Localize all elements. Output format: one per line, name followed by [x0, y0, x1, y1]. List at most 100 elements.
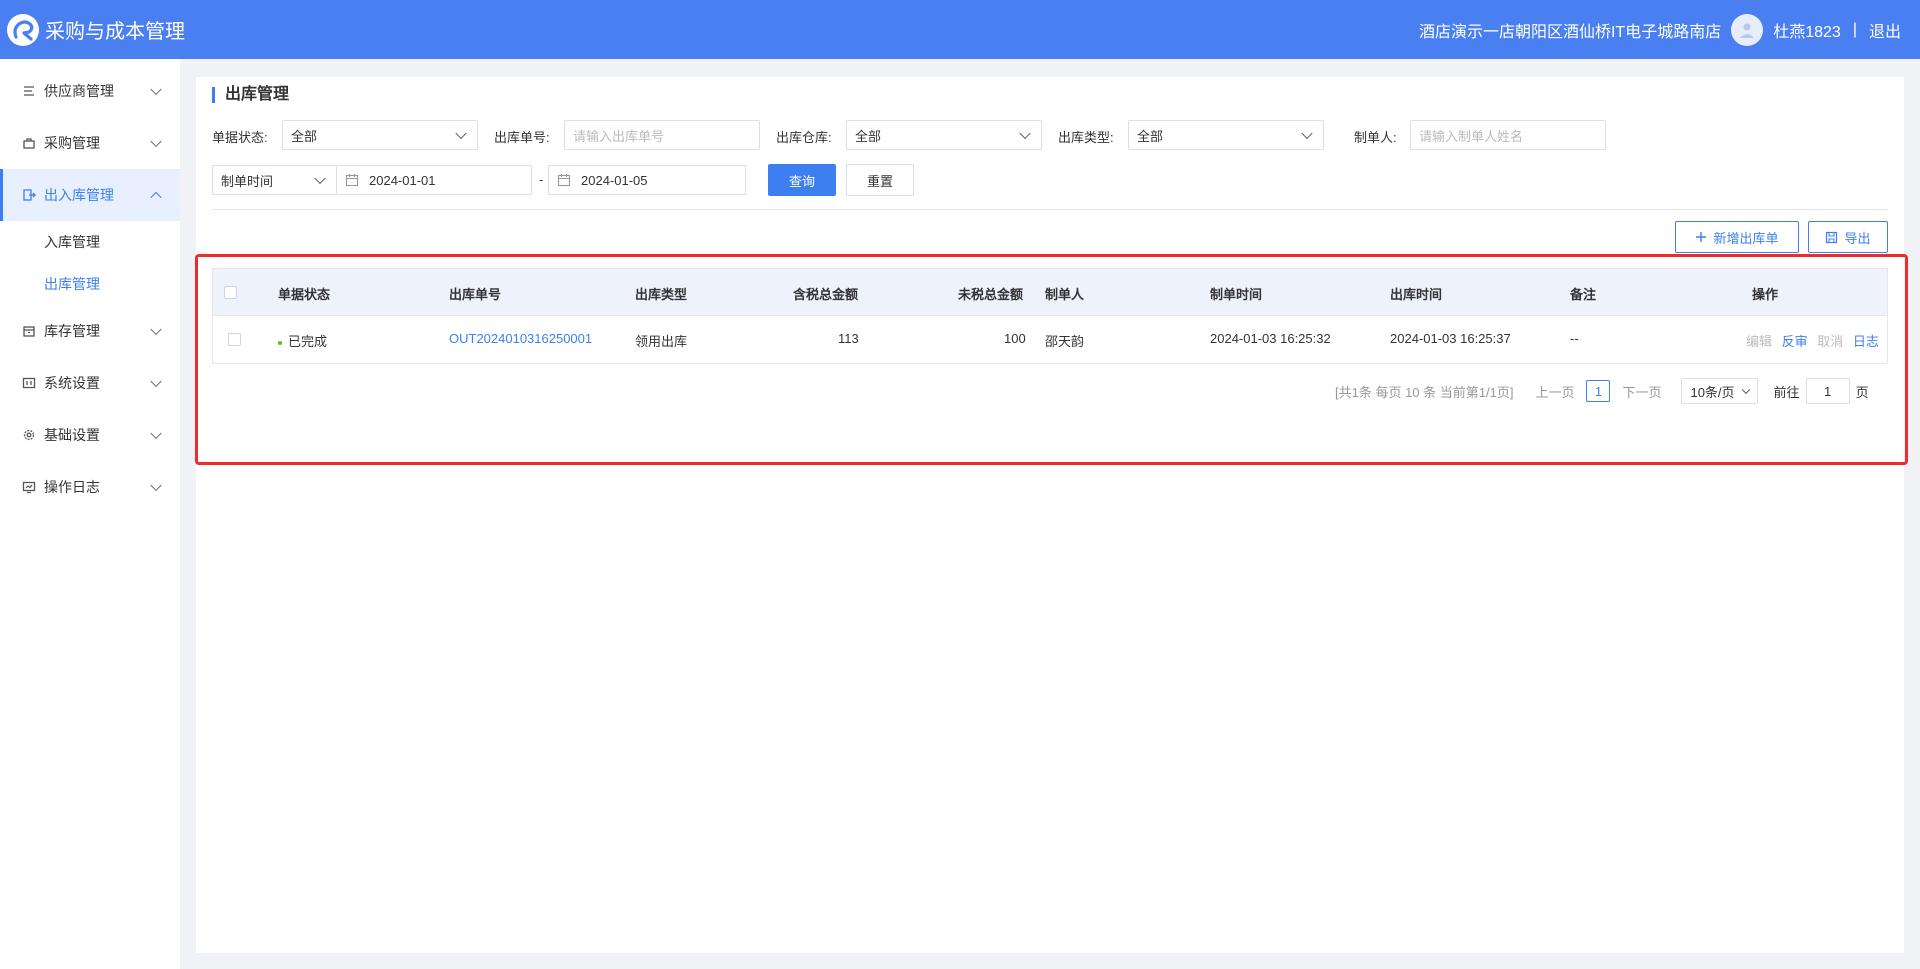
sidebar-item-log[interactable]: 操作日志 [0, 461, 180, 513]
plus-icon [1695, 231, 1707, 243]
user-name[interactable]: 杜燕1823 [1773, 18, 1841, 42]
logout-button[interactable]: 退出 [1869, 18, 1901, 42]
pagination: [共1条 每页 10 条 当前第1/1页] 上一页 1 下一页 10条/页 前往… [1335, 378, 1869, 404]
creator-input[interactable]: 请输入制单人姓名 [1410, 120, 1606, 150]
table-header: 单据状态 出库单号 出库类型 含税总金额 未税总金额 制单人 制单时间 出库时间… [213, 269, 1887, 316]
col-ops: 操作 [1752, 287, 1779, 302]
export-button[interactable]: 导出 [1808, 221, 1888, 253]
add-outbound-button[interactable]: 新增出库单 [1675, 221, 1799, 253]
chevron-down-icon [150, 83, 162, 96]
chevron-down-icon [150, 479, 162, 492]
col-type: 出库类型 [635, 287, 688, 302]
cell-created-at: 2024-01-03 16:25:32 [1210, 331, 1331, 346]
sidebar-subitem-outbound[interactable]: 出库管理 [0, 263, 180, 305]
reset-button[interactable]: 重置 [846, 164, 914, 196]
edit-button[interactable]: 编辑 [1746, 334, 1772, 349]
supplier-icon [22, 84, 36, 98]
chevron-down-icon [1301, 127, 1313, 140]
sidebar-item-label: 采购管理 [44, 135, 100, 151]
chevron-up-icon [150, 191, 162, 204]
unapprove-button[interactable]: 反审 [1782, 334, 1808, 349]
prev-page-button[interactable]: 上一页 [1535, 382, 1574, 401]
outbound-table: 单据状态 出库单号 出库类型 含税总金额 未税总金额 制单人 制单时间 出库时间… [212, 268, 1888, 364]
system-icon [22, 376, 36, 390]
cell-net-total: 100 [1004, 331, 1026, 346]
table-row[interactable]: 已完成 OUT2024010316250001 领用出库 113 100 邵天韵… [213, 316, 1887, 363]
logo-icon [7, 13, 39, 46]
status-badge: 已完成 [278, 331, 327, 350]
time-type-select[interactable]: 制单时间 [212, 165, 337, 195]
header-separator: | [1852, 20, 1857, 38]
goto-label: 前往 [1773, 384, 1800, 400]
col-tax-total: 含税总金额 [793, 287, 859, 302]
sidebar-item-stock-io[interactable]: 出入库管理 [0, 169, 180, 221]
page-title: 出库管理 [212, 87, 289, 103]
sidebar-item-label: 库存管理 [44, 323, 100, 339]
purchase-icon [22, 136, 36, 150]
gear-icon [22, 428, 36, 442]
col-status: 单据状态 [278, 287, 331, 302]
store-name[interactable]: 酒店演示一店朝阳区酒仙桥IT电子城路南店 [1419, 18, 1721, 42]
status-filter-label: 单据状态: [212, 130, 268, 145]
cell-creator: 邵天韵 [1045, 334, 1085, 349]
pagination-summary: [共1条 每页 10 条 当前第1/1页] [1335, 384, 1514, 400]
sidebar-item-label: 出入库管理 [44, 187, 114, 203]
col-creator: 制单人 [1045, 287, 1085, 302]
sidebar: 供应商管理 采购管理 出入库管理 入库管理 出库管理 库存管理 系统设置 基础设… [0, 59, 180, 969]
cell-type: 领用出库 [635, 334, 688, 349]
status-select[interactable]: 全部 [282, 120, 478, 150]
sidebar-item-supplier[interactable]: 供应商管理 [0, 65, 180, 117]
sidebar-item-label: 系统设置 [44, 375, 100, 391]
col-order-no: 出库单号 [449, 287, 502, 302]
sidebar-item-inventory[interactable]: 库存管理 [0, 305, 180, 357]
order-no-link[interactable]: OUT2024010316250001 [449, 331, 592, 346]
chevron-down-icon [1019, 127, 1031, 140]
date-separator: - [539, 172, 544, 187]
warehouse-select[interactable]: 全部 [846, 120, 1042, 150]
divider [212, 209, 1888, 210]
app-title: 采购与成本管理 [45, 21, 185, 43]
row-checkbox[interactable] [228, 333, 241, 346]
chevron-down-icon [455, 127, 467, 140]
type-select[interactable]: 全部 [1128, 120, 1324, 150]
row-actions: 编辑 反审 取消 日志 [1740, 331, 1879, 350]
calendar-icon [557, 173, 571, 187]
cell-remark: -- [1570, 331, 1579, 346]
page-number-button[interactable]: 1 [1586, 380, 1611, 402]
app-logo: 采购与成本管理 [7, 13, 185, 46]
date-start-input[interactable]: 2024-01-01 [336, 165, 532, 195]
cell-tax-total: 113 [838, 331, 859, 346]
col-net-total: 未税总金额 [958, 287, 1024, 302]
avatar[interactable] [1731, 13, 1764, 46]
sidebar-item-system[interactable]: 系统设置 [0, 357, 180, 409]
col-out-at: 出库时间 [1390, 287, 1443, 302]
query-button[interactable]: 查询 [768, 164, 836, 196]
calendar-icon [345, 173, 359, 187]
creator-label: 制单人: [1354, 130, 1397, 145]
chevron-down-icon [150, 427, 162, 440]
sidebar-item-purchase[interactable]: 采购管理 [0, 117, 180, 169]
main-panel: 出库管理 单据状态: 全部 出库单号: 请输入出库单号 出库仓库: 全部 出库类… [196, 77, 1904, 953]
stock-io-icon [22, 188, 36, 202]
sidebar-item-label: 操作日志 [44, 479, 100, 495]
user-icon [1740, 23, 1755, 38]
sidebar-item-basic[interactable]: 基础设置 [0, 409, 180, 461]
next-page-button[interactable]: 下一页 [1622, 382, 1661, 401]
page-size-select[interactable]: 10条/页 [1681, 378, 1758, 404]
status-dot-icon [278, 340, 282, 345]
date-end-input[interactable]: 2024-01-05 [548, 165, 746, 195]
log-icon [22, 480, 36, 494]
export-icon [1825, 231, 1838, 244]
order-no-input[interactable]: 请输入出库单号 [564, 120, 760, 150]
cell-out-at: 2024-01-03 16:25:37 [1390, 331, 1511, 346]
select-all-checkbox[interactable] [224, 286, 237, 299]
goto-page-input[interactable]: 1 [1805, 378, 1850, 404]
chevron-down-icon [314, 172, 326, 185]
log-button[interactable]: 日志 [1853, 334, 1879, 349]
chevron-down-icon [150, 135, 162, 148]
goto-unit: 页 [1855, 384, 1869, 400]
sidebar-item-label: 供应商管理 [44, 83, 114, 99]
sidebar-subitem-inbound[interactable]: 入库管理 [0, 221, 180, 263]
col-created-at: 制单时间 [1210, 287, 1263, 302]
cancel-button[interactable]: 取消 [1817, 334, 1843, 349]
